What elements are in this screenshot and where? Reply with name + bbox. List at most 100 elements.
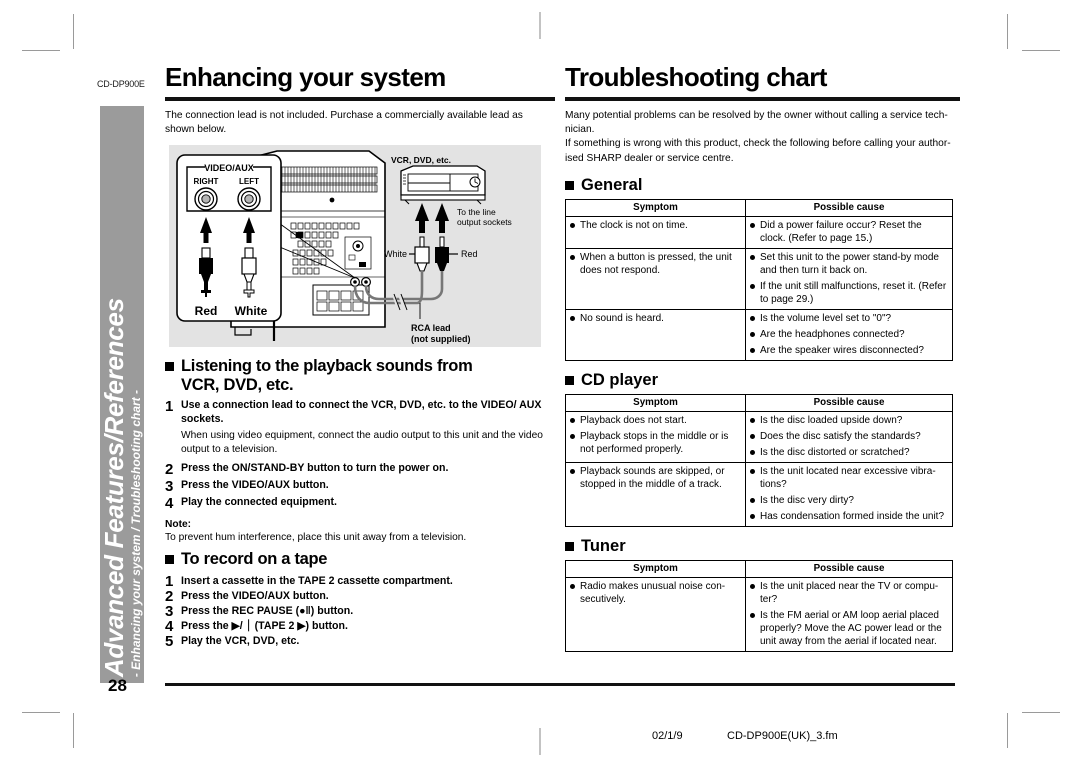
- list-item: Is the unit placed near the TV or compu-…: [750, 580, 948, 606]
- cell-symptom: Radio makes unusual noise con-secutively…: [565, 576, 746, 652]
- svg-text:To the line: To the line: [457, 207, 496, 217]
- bullet-dot-icon: [750, 283, 755, 289]
- step-body: Press the REC PAUSE (●‖) button.: [181, 604, 555, 619]
- section-heading-record-text: To record on a tape: [181, 550, 328, 569]
- step-number: 4: [165, 494, 174, 512]
- step-number: 2: [165, 460, 174, 478]
- list-item: Playback sounds are skipped, or stopped …: [570, 465, 741, 491]
- bullet-dot-icon: [750, 254, 755, 260]
- side-tab-text: Advanced Features/References - Enhancing…: [98, 105, 144, 685]
- bullet-dot-icon: [750, 612, 755, 618]
- cell-cause: Is the disc loaded upside down? Does the…: [745, 410, 953, 463]
- svg-text:VIDEO/AUX: VIDEO/AUX: [204, 163, 254, 173]
- crop-mark-bottom-left-vertical: [73, 713, 74, 748]
- side-tab-title: Advanced Features/References: [98, 298, 129, 678]
- step-body: Press the ▶/ ⏐ (TAPE 2 ▶) button.: [181, 619, 555, 634]
- step-body: Press the VIDEO/AUX button.: [181, 479, 555, 493]
- list-item: Are the headphones connected?: [750, 328, 948, 341]
- cell-cause: Did a power failure occur? Reset the clo…: [745, 215, 953, 249]
- section-heading-cd-player-text: CD player: [581, 370, 659, 389]
- intro-line-2: nician.: [565, 124, 595, 136]
- bullet-dot-icon: [750, 497, 755, 503]
- crop-mark-bottom-left-horizontal: [22, 712, 60, 713]
- troubleshooting-table-tuner: Symptom Possible cause Radio makes unusu…: [565, 559, 953, 652]
- list-item: Is the disc distorted or scratched?: [750, 446, 948, 459]
- step-item: 2 Press the VIDEO/AUX button.: [165, 589, 555, 604]
- step-title: Play the connected equipment.: [181, 495, 337, 508]
- svg-text:VCR, DVD, etc.: VCR, DVD, etc.: [391, 155, 451, 165]
- cell-symptom: Playback sounds are skipped, or stopped …: [565, 461, 746, 527]
- intro-line-1: Many potential problems can be resolved …: [565, 110, 948, 122]
- side-tab-subtitle: - Enhancing your system / Troubleshootin…: [129, 389, 144, 678]
- heading-line-1: Listening to the playback sounds from: [181, 357, 473, 376]
- bullet-dot-icon: [750, 331, 755, 337]
- list-item: Does the disc satisfy the standards?: [750, 430, 948, 443]
- bullet-square-icon: [565, 541, 574, 551]
- manual-page: CD-DP900E Advanced Features/References -…: [0, 0, 1080, 763]
- bullet-dot-icon: [750, 222, 755, 228]
- footer-rule: [165, 683, 955, 686]
- footer-filename: CD-DP900E(UK)_3.fm: [727, 730, 838, 742]
- cell-cause: Set this unit to the power stand-by mode…: [745, 247, 953, 310]
- step-number: 1: [165, 398, 174, 416]
- crop-mark-bottom-right-horizontal: [1022, 712, 1060, 713]
- section-heading-tuner-text: Tuner: [581, 536, 626, 555]
- right-intro-text: Many potential problems can be resolved …: [565, 109, 960, 165]
- step-number: 3: [165, 477, 174, 495]
- side-tab: Advanced Features/References - Enhancing…: [98, 105, 144, 685]
- model-code: CD-DP900E: [97, 79, 145, 89]
- record-steps: 1 Insert a cassette in the TAPE 2 casset…: [165, 574, 555, 649]
- heading-line-2: VCR, DVD, etc.: [181, 375, 294, 394]
- left-column: Enhancing your system The connection lea…: [165, 63, 555, 649]
- intro-line-4: ised SHARP dealer or service centre.: [565, 152, 734, 164]
- right-page-title: Troubleshooting chart: [565, 62, 827, 92]
- svg-text:(not supplied): (not supplied): [411, 334, 471, 344]
- step-note: When using video equipment, connect the …: [181, 430, 543, 456]
- svg-text:White: White: [384, 249, 407, 259]
- step-item: 1 Use a connection lead to connect the V…: [165, 399, 555, 459]
- column-header-possible-cause: Possible cause: [745, 559, 953, 578]
- step-item: 4 Play the connected equipment.: [165, 496, 555, 511]
- page-number: 28: [108, 676, 127, 695]
- svg-text:RIGHT: RIGHT: [194, 177, 219, 186]
- step-body: Play the connected equipment.: [181, 496, 555, 510]
- step-number: 3: [165, 602, 174, 620]
- list-item: Has condensation formed inside the unit?: [750, 510, 948, 523]
- list-item: Are the speaker wires disconnected?: [750, 344, 948, 357]
- list-item: The clock is not on time.: [570, 219, 741, 232]
- section-heading-record: To record on a tape: [165, 550, 555, 568]
- svg-text:RCA lead: RCA lead: [411, 323, 451, 333]
- bullet-dot-icon: [750, 347, 755, 353]
- connection-diagram-svg: VIDEO/AUX RIGHT LEFT Red White VCR, DVD,…: [176, 150, 512, 344]
- footer-date: 02/1/9: [652, 730, 683, 742]
- step-number: 1: [165, 572, 174, 590]
- list-item: Is the FM aerial or AM loop aerial place…: [750, 609, 948, 648]
- list-item: Is the disc very dirty?: [750, 494, 948, 507]
- section-heading-tuner: Tuner: [565, 537, 960, 556]
- section-heading-general: General: [565, 176, 960, 195]
- step-item: 5 Play the VCR, DVD, etc.: [165, 634, 555, 649]
- table-row: No sound is heard. Is the volume level s…: [565, 308, 953, 361]
- list-item: If the unit still malfunctions, reset it…: [750, 280, 948, 306]
- step-title: Press the ▶/ ⏐ (TAPE 2 ▶) button.: [181, 619, 348, 632]
- step-body: Use a connection lead to connect the VCR…: [181, 399, 555, 459]
- crop-mark-top-left-vertical: [73, 14, 74, 49]
- bullet-dot-icon: [750, 468, 755, 474]
- note-label: Note:: [165, 518, 192, 530]
- cell-symptom: When a button is pressed, the unit does …: [565, 247, 746, 310]
- bullet-dot-icon: [570, 468, 575, 474]
- crop-mark-bottom-right-vertical: [1007, 713, 1008, 748]
- table-row: Radio makes unusual noise con-secutively…: [565, 576, 953, 652]
- note-block: Note: To prevent hum interference, place…: [165, 518, 555, 545]
- left-title-rule: [165, 97, 555, 102]
- bullet-dot-icon: [750, 513, 755, 519]
- bullet-dot-icon: [570, 254, 575, 260]
- table-row: The clock is not on time. Did a power fa…: [565, 215, 953, 249]
- crop-mark-top-right-horizontal: [1022, 50, 1060, 51]
- list-item: Set this unit to the power stand-by mode…: [750, 251, 948, 277]
- svg-text:Red: Red: [195, 304, 218, 318]
- step-title: Insert a cassette in the TAPE 2 cassette…: [181, 574, 453, 587]
- step-body: Insert a cassette in the TAPE 2 cassette…: [181, 574, 555, 589]
- bullet-dot-icon: [570, 433, 575, 439]
- left-intro-text: The connection lead is not included. Pur…: [165, 110, 523, 136]
